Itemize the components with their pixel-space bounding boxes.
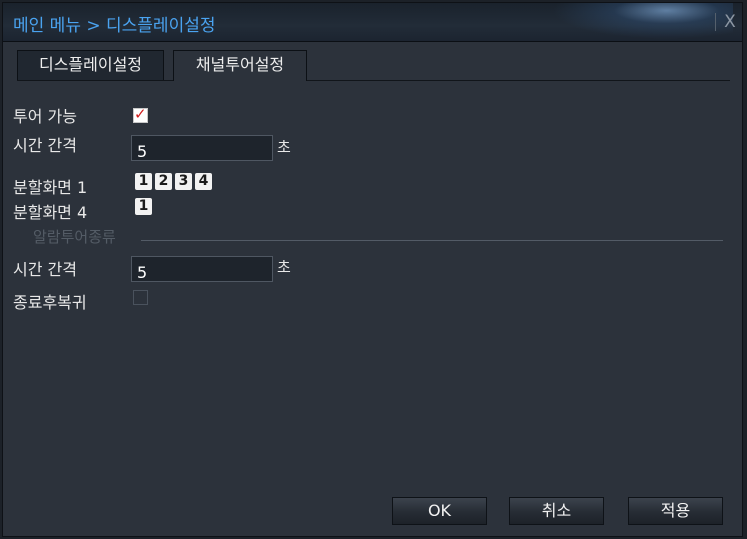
tab-bar: 디스플레이설정 채널투어설정 (17, 50, 730, 81)
alarm-interval-input[interactable]: 5 (131, 256, 273, 282)
title-bar-glow (543, 3, 733, 41)
return-after-label: 종료후복귀 (13, 293, 87, 312)
apply-button[interactable]: 적용 (628, 497, 723, 525)
window-title: 메인 메뉴 > 디스플레이설정 (13, 16, 216, 36)
split4-channel-1[interactable]: 1 (135, 198, 152, 215)
title-bar: 메인 메뉴 > 디스플레이설정 X (3, 3, 742, 42)
close-button[interactable]: X (719, 10, 741, 34)
alarm-interval-label: 시간 간격 (13, 260, 77, 279)
cancel-button[interactable]: 취소 (509, 497, 604, 525)
display-settings-window: 메인 메뉴 > 디스플레이설정 X 디스플레이설정 채널투어설정 투어 가능 ✓… (2, 2, 743, 537)
ok-button[interactable]: OK (392, 497, 487, 525)
tab-channel-tour-settings[interactable]: 채널투어설정 (173, 50, 307, 81)
tour-enable-label: 투어 가능 (13, 107, 77, 126)
split1-channel-1[interactable]: 1 (135, 173, 152, 190)
alarm-tour-section-label: 알람투어종류 (33, 228, 116, 246)
interval-unit: 초 (277, 138, 291, 156)
tab-display-settings[interactable]: 디스플레이설정 (17, 50, 164, 80)
split1-label: 분할화면 1 (13, 178, 88, 197)
check-mark-icon: ✓ (134, 105, 147, 123)
tour-enable-checkbox[interactable]: ✓ (133, 105, 148, 123)
interval-label: 시간 간격 (13, 136, 77, 155)
interval-input[interactable]: 5 (131, 135, 273, 161)
close-separator (715, 13, 716, 31)
return-after-checkbox[interactable] (133, 290, 148, 305)
split1-channel-4[interactable]: 4 (195, 173, 212, 190)
split1-channel-2[interactable]: 2 (155, 173, 172, 190)
alarm-interval-unit: 초 (277, 258, 291, 276)
split1-channel-3[interactable]: 3 (175, 173, 192, 190)
section-divider (141, 240, 723, 241)
split4-label: 분할화면 4 (13, 203, 88, 222)
